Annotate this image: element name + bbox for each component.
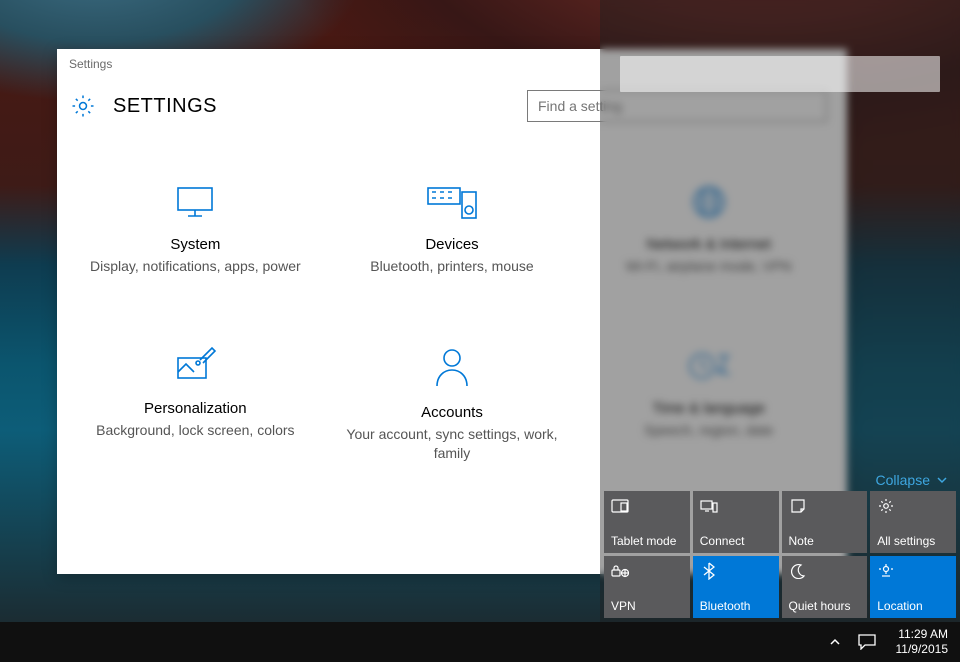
category-subtitle: Bluetooth, printers, mouse — [324, 257, 581, 276]
category-title: Personalization — [67, 400, 324, 417]
note-icon — [789, 497, 807, 515]
person-icon — [427, 346, 477, 390]
category-title: Devices — [324, 236, 581, 253]
taskbar: 11:29 AM 11/9/2015 — [0, 622, 960, 662]
tile-label: VPN — [611, 599, 686, 613]
moon-icon — [789, 562, 807, 580]
taskbar-clock[interactable]: 11:29 AM 11/9/2015 — [890, 627, 955, 657]
location-icon — [877, 562, 895, 580]
connect-icon — [700, 497, 718, 515]
collapse-button[interactable]: Collapse — [876, 472, 948, 488]
tile-bluetooth[interactable]: Bluetooth — [693, 556, 779, 618]
tile-location[interactable]: Location — [870, 556, 956, 618]
category-subtitle: Background, lock screen, colors — [67, 421, 324, 440]
tile-connect[interactable]: Connect — [693, 491, 779, 553]
personalization-icon — [170, 346, 220, 386]
tile-label: Location — [877, 599, 952, 613]
clock-time: 11:29 AM — [896, 627, 949, 642]
tile-note[interactable]: Note — [782, 491, 868, 553]
category-subtitle: Your account, sync settings, work, famil… — [324, 425, 581, 463]
category-accounts[interactable]: Accounts Your account, sync settings, wo… — [324, 346, 581, 463]
category-subtitle: Display, notifications, apps, power — [67, 257, 324, 276]
tile-vpn[interactable]: VPN — [604, 556, 690, 618]
action-center-panel: Collapse Tablet mode Connect Note — [600, 0, 960, 622]
tile-quiet-hours[interactable]: Quiet hours — [782, 556, 868, 618]
tile-label: All settings — [877, 534, 952, 548]
quick-actions-grid: Tablet mode Connect Note All settings VP — [604, 491, 956, 618]
tile-label: Note — [789, 534, 864, 548]
tile-label: Tablet mode — [611, 534, 686, 548]
tile-label: Connect — [700, 534, 775, 548]
category-title: System — [67, 236, 324, 253]
monitor-icon — [170, 182, 220, 222]
tray-overflow-chevron-icon[interactable] — [826, 633, 844, 651]
clock-date: 11/9/2015 — [896, 642, 949, 657]
vpn-icon — [611, 562, 629, 580]
tile-label: Quiet hours — [789, 599, 864, 613]
system-tray: 11:29 AM 11/9/2015 — [826, 627, 960, 657]
notification-card[interactable] — [620, 56, 940, 92]
collapse-label: Collapse — [876, 472, 930, 488]
category-devices[interactable]: Devices Bluetooth, printers, mouse — [324, 182, 581, 276]
devices-icon — [424, 182, 480, 222]
gear-icon — [877, 497, 895, 515]
category-system[interactable]: System Display, notifications, apps, pow… — [67, 182, 324, 276]
category-personalization[interactable]: Personalization Background, lock screen,… — [67, 346, 324, 463]
tile-label: Bluetooth — [700, 599, 775, 613]
page-title: SETTINGS — [113, 95, 217, 118]
tile-tablet-mode[interactable]: Tablet mode — [604, 491, 690, 553]
bluetooth-icon — [700, 562, 718, 580]
gear-icon — [69, 92, 97, 120]
chevron-down-icon — [936, 474, 948, 486]
action-center-icon[interactable] — [858, 633, 876, 651]
tile-all-settings[interactable]: All settings — [870, 491, 956, 553]
category-title: Accounts — [324, 404, 581, 421]
tablet-icon — [611, 497, 629, 515]
